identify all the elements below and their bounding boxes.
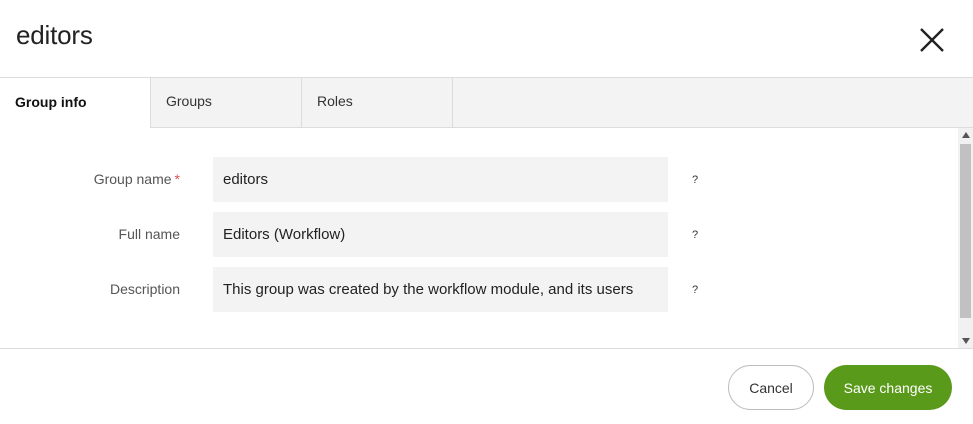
dialog-title: editors [16, 20, 93, 50]
scroll-up-arrow[interactable] [958, 128, 973, 142]
description-label: Description [109, 281, 180, 297]
full-name-help[interactable]: ? [692, 229, 698, 241]
full-name-label: Full name [118, 226, 180, 242]
scroll-thumb[interactable] [960, 144, 971, 318]
tab-roles[interactable]: Roles [302, 77, 453, 128]
edit-group-dialog: editors Group info Groups Roles Group na… [0, 0, 973, 424]
tab-bar: Group info Groups Roles [0, 77, 973, 129]
cancel-button[interactable]: Cancel [728, 365, 814, 410]
tab-group-info[interactable]: Group info [0, 77, 151, 129]
save-changes-button[interactable]: Save changes [824, 365, 952, 410]
description-row: Description This group was created by th… [0, 267, 960, 312]
close-icon [920, 28, 944, 52]
description-input[interactable]: This group was created by the workflow m… [213, 267, 668, 312]
vertical-scrollbar[interactable] [958, 128, 973, 348]
scroll-down-arrow[interactable] [958, 334, 973, 348]
tab-groups[interactable]: Groups [151, 77, 302, 128]
dialog-header: editors [0, 0, 973, 78]
chevron-down-icon [961, 338, 970, 344]
dialog-footer: Cancel Save changes [0, 348, 973, 424]
close-button[interactable] [914, 22, 950, 58]
form-panel: Group name* ? Full name ? Description Th… [0, 128, 973, 348]
group-name-label: Group name * [93, 171, 180, 187]
full-name-row: Full name ? [0, 212, 960, 257]
group-name-row: Group name* ? [0, 157, 960, 202]
group-name-input[interactable] [213, 157, 668, 202]
required-marker: * [174, 171, 180, 187]
full-name-input[interactable] [213, 212, 668, 257]
group-name-help[interactable]: ? [692, 174, 698, 186]
chevron-up-icon [961, 132, 970, 138]
description-help[interactable]: ? [692, 284, 698, 296]
